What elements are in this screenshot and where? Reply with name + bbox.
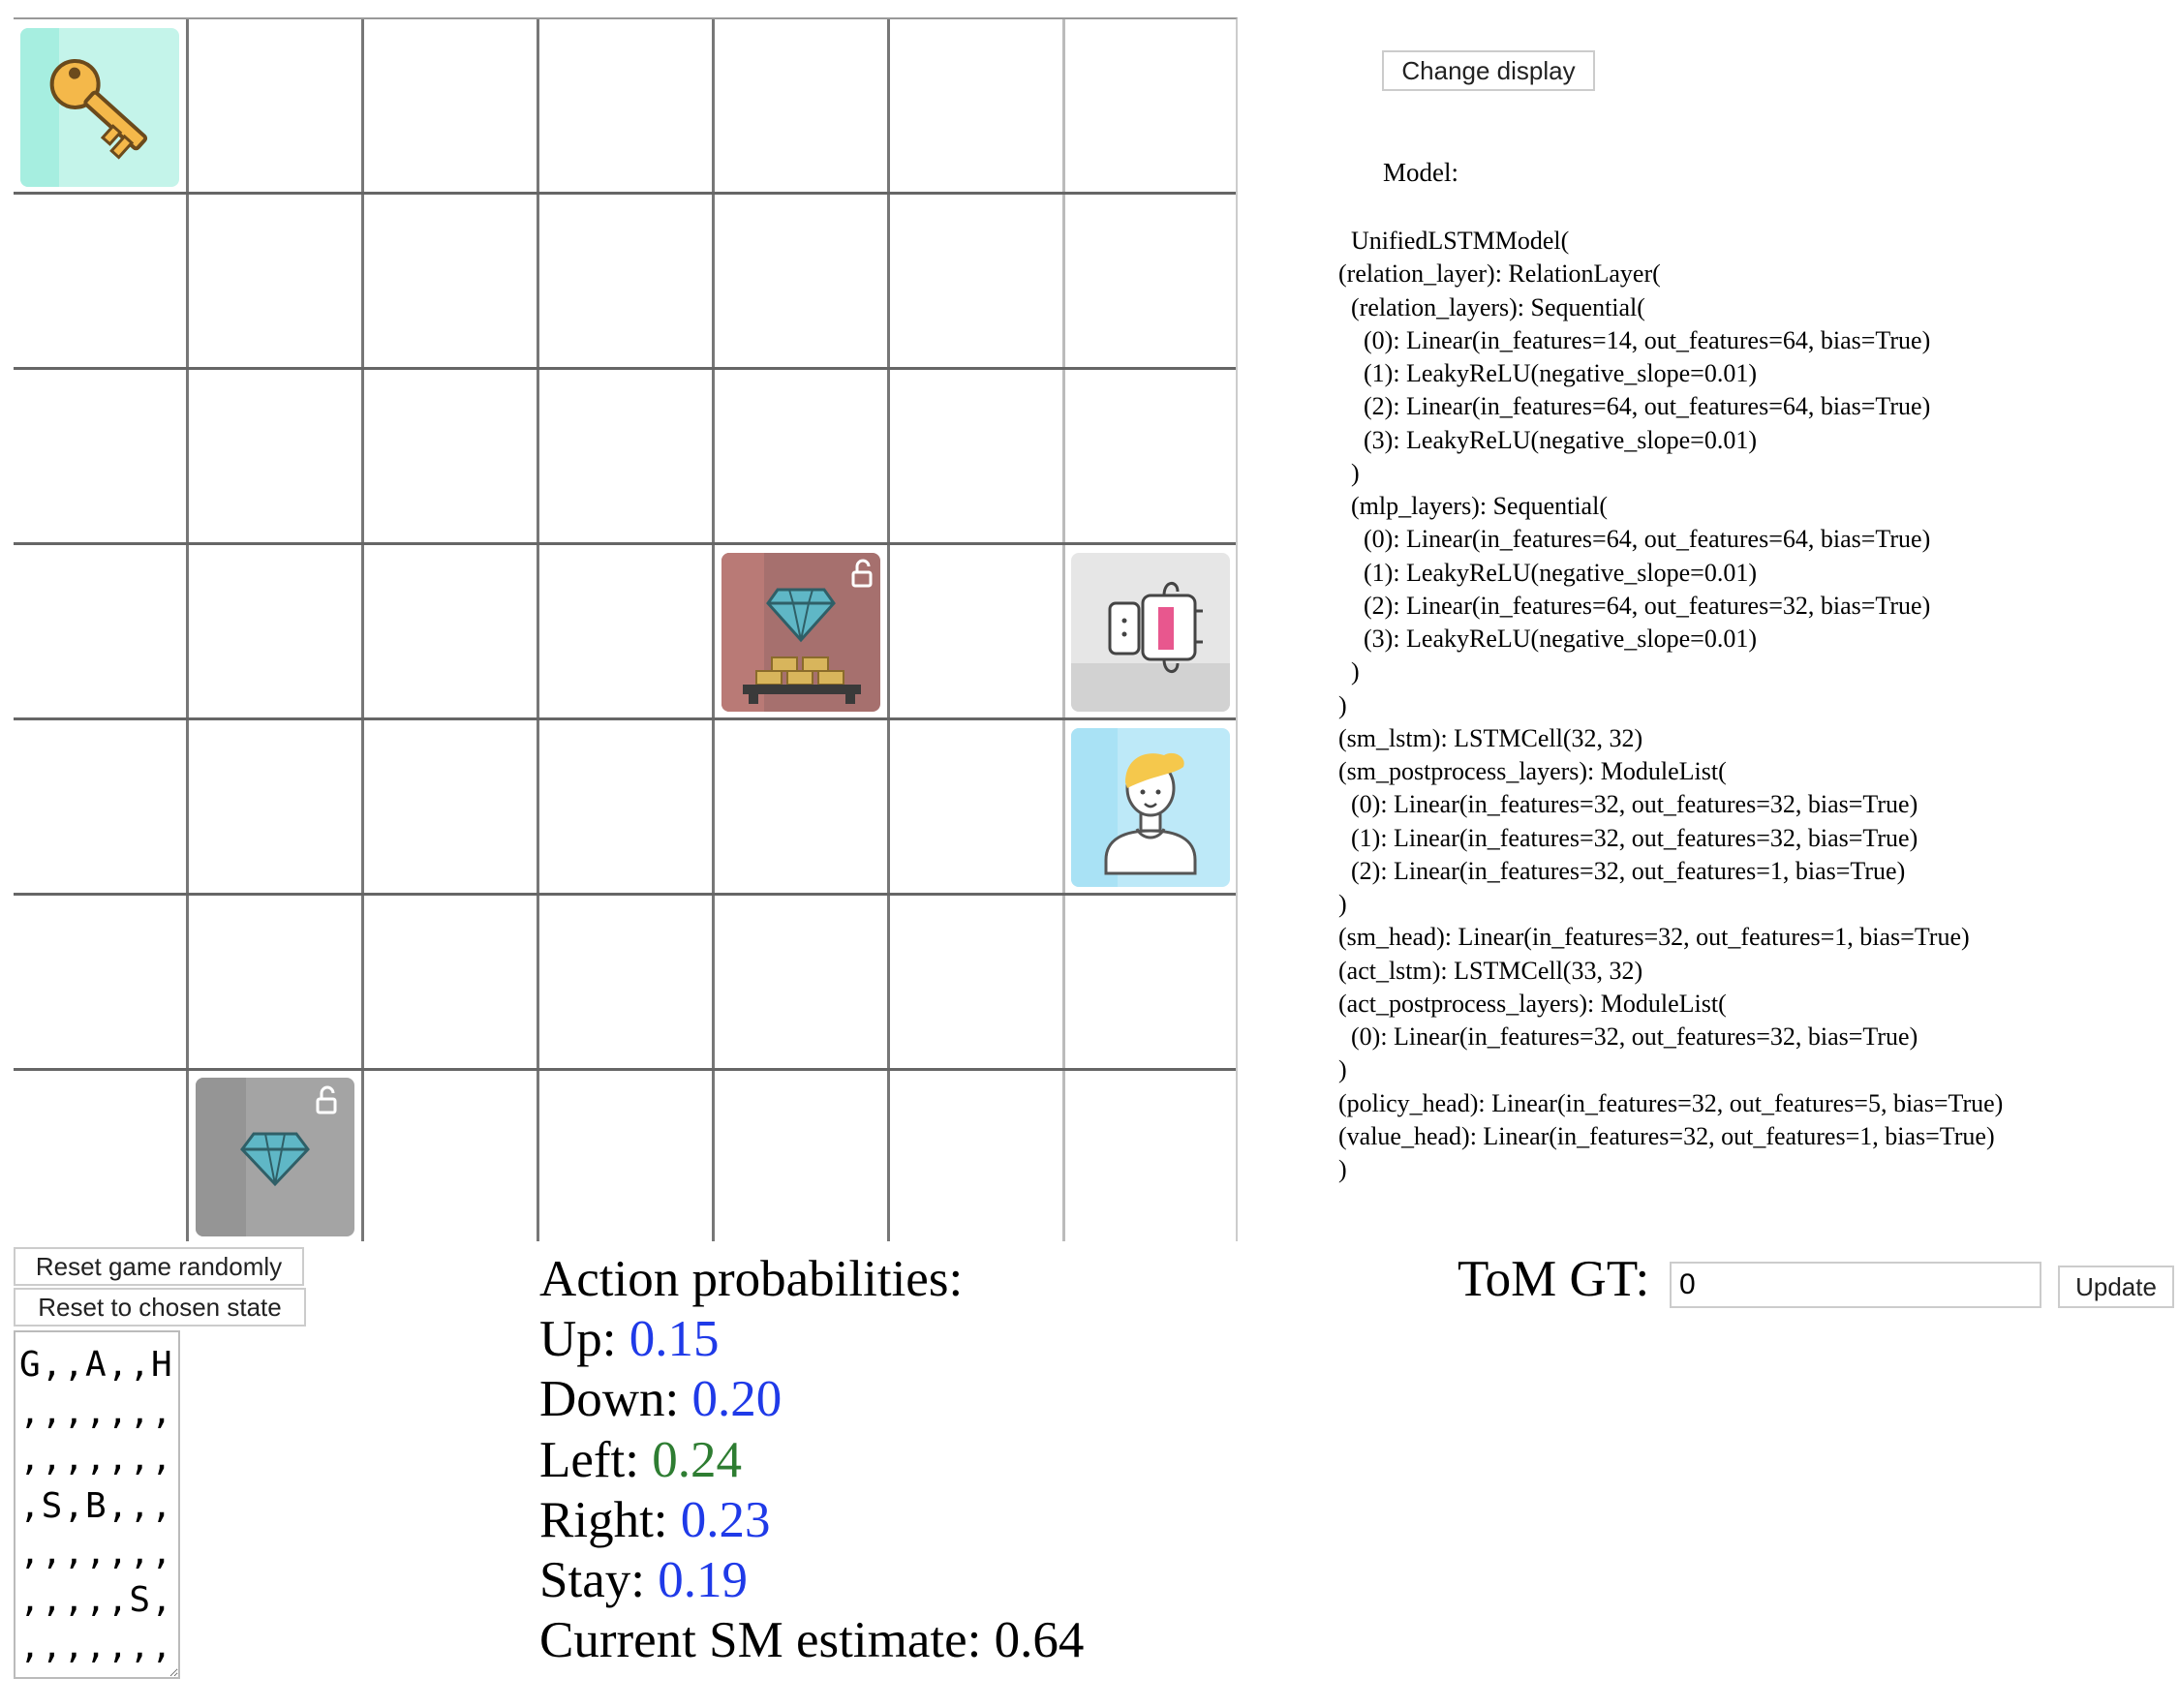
sm-estimate-label: Current SM estimate:	[539, 1612, 982, 1669]
prob-stay-row: Stay: 0.19	[539, 1550, 1084, 1610]
key-tile[interactable]	[20, 28, 179, 187]
diamond-locked-icon	[196, 1078, 337, 1236]
prob-down-row: Down: 0.20	[539, 1369, 1084, 1429]
grid-line	[887, 19, 890, 1241]
robot-icon	[1071, 582, 1230, 712]
grid-line	[14, 1068, 1236, 1071]
update-button[interactable]: Update	[2058, 1266, 2174, 1308]
reset-to-chosen-state-button[interactable]: Reset to chosen state	[14, 1288, 306, 1327]
tom-gt-label: ToM GT:	[1458, 1251, 1650, 1307]
grid-line	[712, 19, 715, 1241]
grid-line	[1062, 19, 1065, 1241]
prob-right-row: Right: 0.23	[539, 1490, 1084, 1550]
grid-line	[186, 19, 189, 1241]
prob-left-label: Left:	[539, 1431, 639, 1488]
robot-tile[interactable]	[1071, 553, 1230, 712]
prob-up-value: 0.15	[629, 1311, 720, 1368]
grid-line	[537, 19, 539, 1241]
goal-gold-diamond-tile[interactable]	[721, 553, 880, 712]
prob-left-value: 0.24	[652, 1431, 742, 1488]
change-display-button[interactable]: Change display	[1382, 50, 1595, 91]
grid-line	[14, 893, 1236, 896]
diamond-gold-locked-icon	[721, 553, 873, 712]
prob-down-label: Down:	[539, 1371, 680, 1428]
grid-line	[14, 367, 1236, 370]
grid-line	[361, 19, 364, 1241]
game-grid[interactable]	[14, 17, 1238, 1241]
reset-game-randomly-button[interactable]: Reset game randomly	[14, 1247, 304, 1286]
human-agent-tile[interactable]	[1071, 728, 1230, 887]
grid-line	[14, 192, 1236, 195]
prob-right-value: 0.23	[680, 1491, 771, 1548]
state-textarea[interactable]: G,,A,,H ,,,,,,, ,,,,,,, ,S,B,,, ,,,,,,, …	[14, 1330, 180, 1679]
prob-down-value: 0.20	[691, 1371, 783, 1428]
grid-line	[14, 542, 1236, 545]
action-probabilities-panel: Action probabilities: Up: 0.15 Down: 0.2…	[539, 1249, 1084, 1670]
prob-stay-label: Stay:	[539, 1552, 645, 1609]
prob-up-label: Up:	[539, 1311, 617, 1368]
tom-gt-input[interactable]	[1670, 1262, 2041, 1308]
sm-estimate-value: 0.64	[994, 1612, 1085, 1669]
grid-line	[14, 717, 1236, 720]
prob-stay-value: 0.19	[658, 1552, 748, 1609]
prob-right-label: Right:	[539, 1491, 668, 1548]
key-icon	[20, 28, 148, 187]
prob-left-row: Left: 0.24	[539, 1430, 1084, 1490]
prob-up-row: Up: 0.15	[539, 1309, 1084, 1369]
sm-estimate-row: Current SM estimate: 0.64	[539, 1610, 1084, 1670]
model-architecture-text: UnifiedLSTMModel( (relation_layer): Rela…	[1338, 227, 2004, 1183]
human-avatar-icon	[1071, 728, 1197, 887]
goal-diamond-tile[interactable]	[196, 1078, 354, 1236]
action-probabilities-title: Action probabilities:	[539, 1251, 964, 1307]
model-label: Model:	[1383, 158, 1458, 187]
